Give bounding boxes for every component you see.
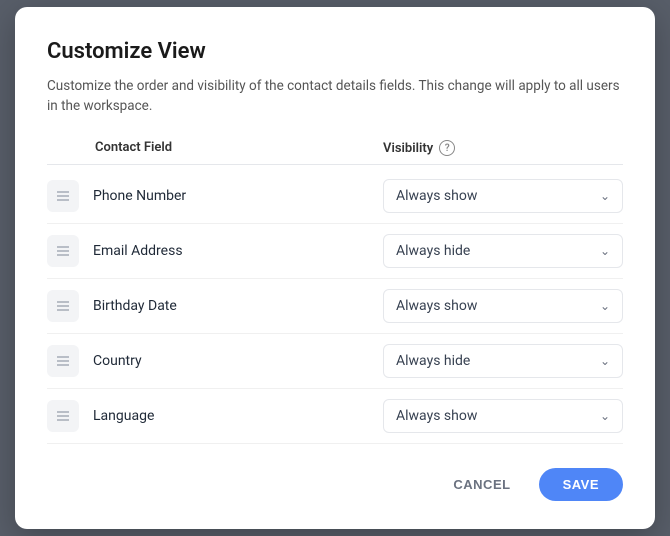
- chevron-down-icon: ⌄: [600, 409, 610, 423]
- drag-handle[interactable]: [47, 290, 79, 322]
- field-label: Country: [79, 353, 383, 369]
- visibility-value: Always show: [396, 298, 477, 314]
- visibility-value: Always hide: [396, 353, 470, 369]
- table-row: Phone Number Always show ⌄: [47, 169, 623, 224]
- cancel-button[interactable]: CANCEL: [441, 469, 522, 500]
- visibility-dropdown[interactable]: Always hide ⌄: [383, 344, 623, 378]
- field-label: Birthday Date: [79, 298, 383, 314]
- visibility-dropdown[interactable]: Always show ⌄: [383, 289, 623, 323]
- table-header: Contact Field Visibility ?: [47, 140, 623, 165]
- visibility-dropdown[interactable]: Always show ⌄: [383, 399, 623, 433]
- table-row: Language Always show ⌄: [47, 389, 623, 444]
- col-field-header: Contact Field: [47, 140, 383, 156]
- field-label: Phone Number: [79, 188, 383, 204]
- field-label: Language: [79, 408, 383, 424]
- visibility-help-icon[interactable]: ?: [439, 140, 455, 156]
- visibility-value: Always hide: [396, 243, 470, 259]
- customize-view-modal: Customize View Customize the order and v…: [15, 7, 655, 530]
- visibility-dropdown[interactable]: Always hide ⌄: [383, 234, 623, 268]
- visibility-value: Always show: [396, 188, 477, 204]
- chevron-down-icon: ⌄: [600, 244, 610, 258]
- col-visibility-header: Visibility ?: [383, 140, 623, 156]
- drag-handle[interactable]: [47, 400, 79, 432]
- drag-handle[interactable]: [47, 180, 79, 212]
- chevron-down-icon: ⌄: [600, 189, 610, 203]
- modal-description: Customize the order and visibility of th…: [47, 76, 623, 117]
- drag-handle[interactable]: [47, 345, 79, 377]
- chevron-down-icon: ⌄: [600, 354, 610, 368]
- modal-footer: CANCEL SAVE: [47, 468, 623, 501]
- visibility-value: Always show: [396, 408, 477, 424]
- visibility-dropdown[interactable]: Always show ⌄: [383, 179, 623, 213]
- modal-title: Customize View: [47, 39, 623, 64]
- field-rows-container: Phone Number Always show ⌄ Email Address…: [47, 169, 623, 444]
- table-row: Country Always hide ⌄: [47, 334, 623, 389]
- chevron-down-icon: ⌄: [600, 299, 610, 313]
- save-button[interactable]: SAVE: [539, 468, 623, 501]
- table-row: Birthday Date Always show ⌄: [47, 279, 623, 334]
- drag-handle[interactable]: [47, 235, 79, 267]
- field-label: Email Address: [79, 243, 383, 259]
- table-row: Email Address Always hide ⌄: [47, 224, 623, 279]
